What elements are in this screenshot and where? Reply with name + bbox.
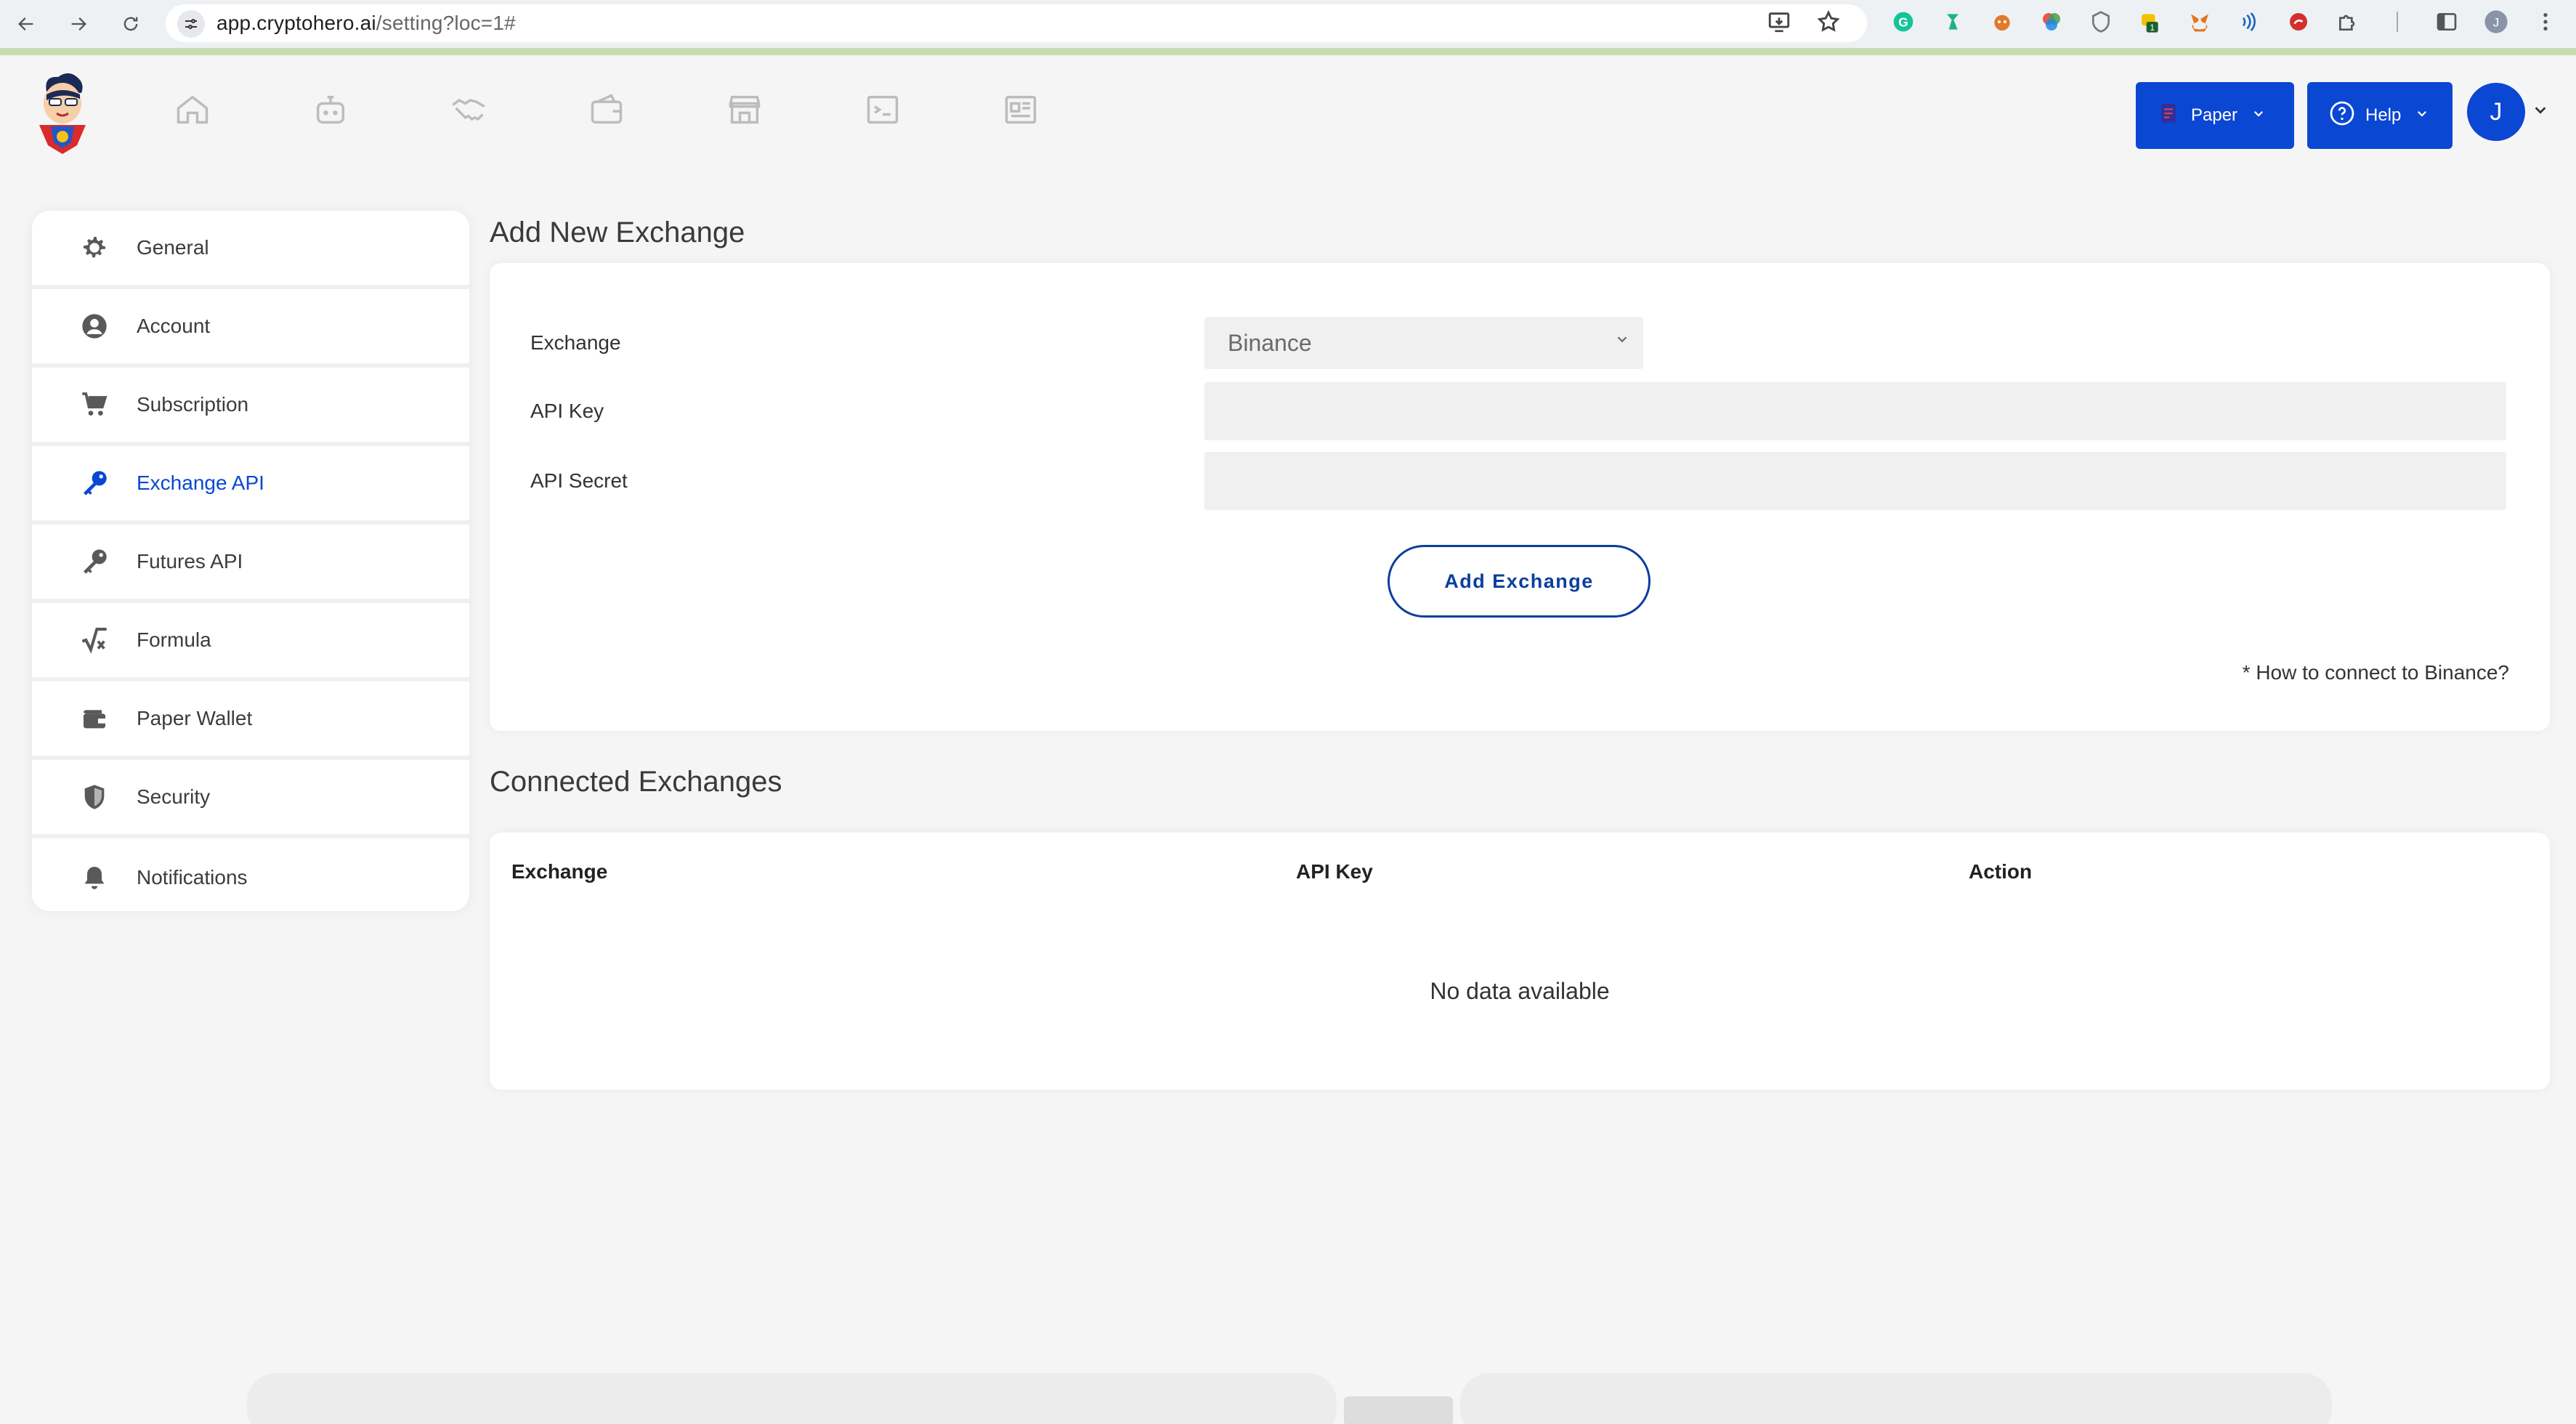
marketplace-icon[interactable] [719,84,770,135]
empty-state-message: No data available [1430,978,1610,1004]
settings-sidebar: General Account Subscription Exchange AP… [32,211,469,911]
help-button[interactable]: Help [2307,82,2453,149]
column-header-action: Action [1969,860,2033,883]
news-icon[interactable] [995,84,1046,135]
user-avatar[interactable]: J [2467,83,2525,141]
api-key-label: API Key [530,400,604,422]
column-header-api-key: API Key [1296,860,1373,883]
connected-exchanges-table: Exchange API Key Action No data availabl… [490,833,2550,1090]
paper-icon [2156,101,2181,131]
sidebar-item-label: Subscription [137,393,249,416]
sidebar-item-label: Exchange API [137,472,264,494]
red-extension-icon[interactable] [2284,7,2313,36]
wallet-icon[interactable] [581,84,632,135]
svg-text:J: J [2493,15,2500,29]
sidebar-item-formula[interactable]: Formula [32,603,469,681]
help-label: Help [2365,105,2402,125]
user-circle-icon [73,312,116,341]
audio-extension-icon[interactable] [2235,7,2264,36]
install-app-icon[interactable] [1767,9,1791,38]
sidebar-item-label: Notifications [137,866,248,889]
site-settings-icon[interactable] [177,10,205,38]
help-circle-icon [2329,100,2355,132]
sidebar-item-notifications[interactable]: Notifications [32,838,469,911]
cryptohero-logo[interactable] [26,70,99,157]
sidebar-item-paper-wallet[interactable]: Paper Wallet [32,681,469,760]
page-title: Add New Exchange [490,217,745,248]
grammarly-extension-icon[interactable]: G [1889,7,1918,36]
browser-toolbar: app.cryptohero.ai/setting?loc=1# G 1 J [0,0,2576,55]
api-secret-input[interactable] [1204,452,2506,510]
exchange-label: Exchange [530,331,621,354]
top-nav [167,84,1046,135]
sidebar-item-label: Formula [137,628,211,651]
sidebar-item-label: General [137,236,209,259]
bot-icon[interactable] [305,84,356,135]
add-exchange-card: Exchange Binance API Key API Secret Add … [490,263,2550,731]
api-key-input[interactable] [1204,382,2506,440]
sidebar-item-label: Account [137,315,211,337]
column-header-exchange: Exchange [511,860,608,883]
tab-divider [2383,7,2412,36]
address-bar[interactable]: app.cryptohero.ai/setting?loc=1# [166,4,1867,42]
key-icon [73,547,116,576]
cart-icon [73,390,116,419]
sidebar-item-label: Futures API [137,550,243,573]
svg-text:1: 1 [2150,23,2155,33]
chevron-down-icon [2252,107,2265,124]
sidebar-item-general[interactable]: General [32,211,469,289]
profile-avatar-icon[interactable]: J [2482,7,2511,36]
how-to-connect-link[interactable]: * How to connect to Binance? [2243,661,2509,684]
gear-icon [73,233,116,262]
sidebar-item-exchange-api[interactable]: Exchange API [32,446,469,525]
footer-ghost-right [1460,1373,2332,1424]
footer-ghost-left [247,1373,1337,1424]
shield-extension-icon[interactable] [2086,7,2115,36]
handshake-icon[interactable] [443,84,494,135]
exchange-select[interactable]: Binance [1204,317,1643,369]
browser-menu-icon[interactable] [2531,7,2560,36]
sidebar-item-subscription[interactable]: Subscription [32,368,469,446]
bookmark-star-icon[interactable] [1816,9,1841,38]
forward-icon[interactable] [58,4,99,44]
sidebar-item-label: Paper Wallet [137,707,253,729]
bell-icon [73,863,116,892]
home-icon[interactable] [167,84,218,135]
terminal-icon[interactable] [857,84,908,135]
add-exchange-button[interactable]: Add Exchange [1388,545,1650,618]
svg-text:G: G [1898,15,1908,30]
leaf-extension-icon[interactable] [1938,7,1967,36]
chevron-down-icon [2415,107,2429,124]
chevron-down-icon [1614,331,1630,352]
wallet-badge-extension-icon[interactable]: 1 [2136,7,2165,36]
wallet-icon [73,704,116,733]
sidebar-item-label: Security [137,785,211,808]
user-menu-chevron-icon[interactable] [2532,100,2548,123]
exchange-select-value: Binance [1228,329,1312,356]
key-icon [73,469,116,498]
shield-icon [73,782,116,812]
connected-exchanges-title: Connected Exchanges [490,766,782,798]
metamask-fox-icon[interactable] [2185,7,2214,36]
sidebar-item-account[interactable]: Account [32,289,469,368]
side-panel-icon[interactable] [2432,7,2461,36]
paper-label: Paper [2191,105,2238,125]
url-text: app.cryptohero.ai/setting?loc=1# [216,12,516,35]
footer-ghost-center [1344,1396,1453,1424]
reload-icon[interactable] [110,4,151,44]
sidebar-item-futures-api[interactable]: Futures API [32,525,469,603]
color-wheel-extension-icon[interactable] [2037,7,2066,36]
url-path: /setting?loc=1# [376,12,516,34]
paper-mode-button[interactable]: Paper [2136,82,2294,149]
api-secret-label: API Secret [530,469,628,492]
page-load-strip [0,48,2576,55]
url-host: app.cryptohero.ai [216,12,376,34]
extensions-puzzle-icon[interactable] [2333,7,2362,36]
square-root-icon [73,626,116,655]
back-icon[interactable] [6,4,46,44]
sidebar-item-security[interactable]: Security [32,760,469,838]
face-extension-icon[interactable] [1988,7,2017,36]
app-header: Paper Help J [0,55,2576,177]
